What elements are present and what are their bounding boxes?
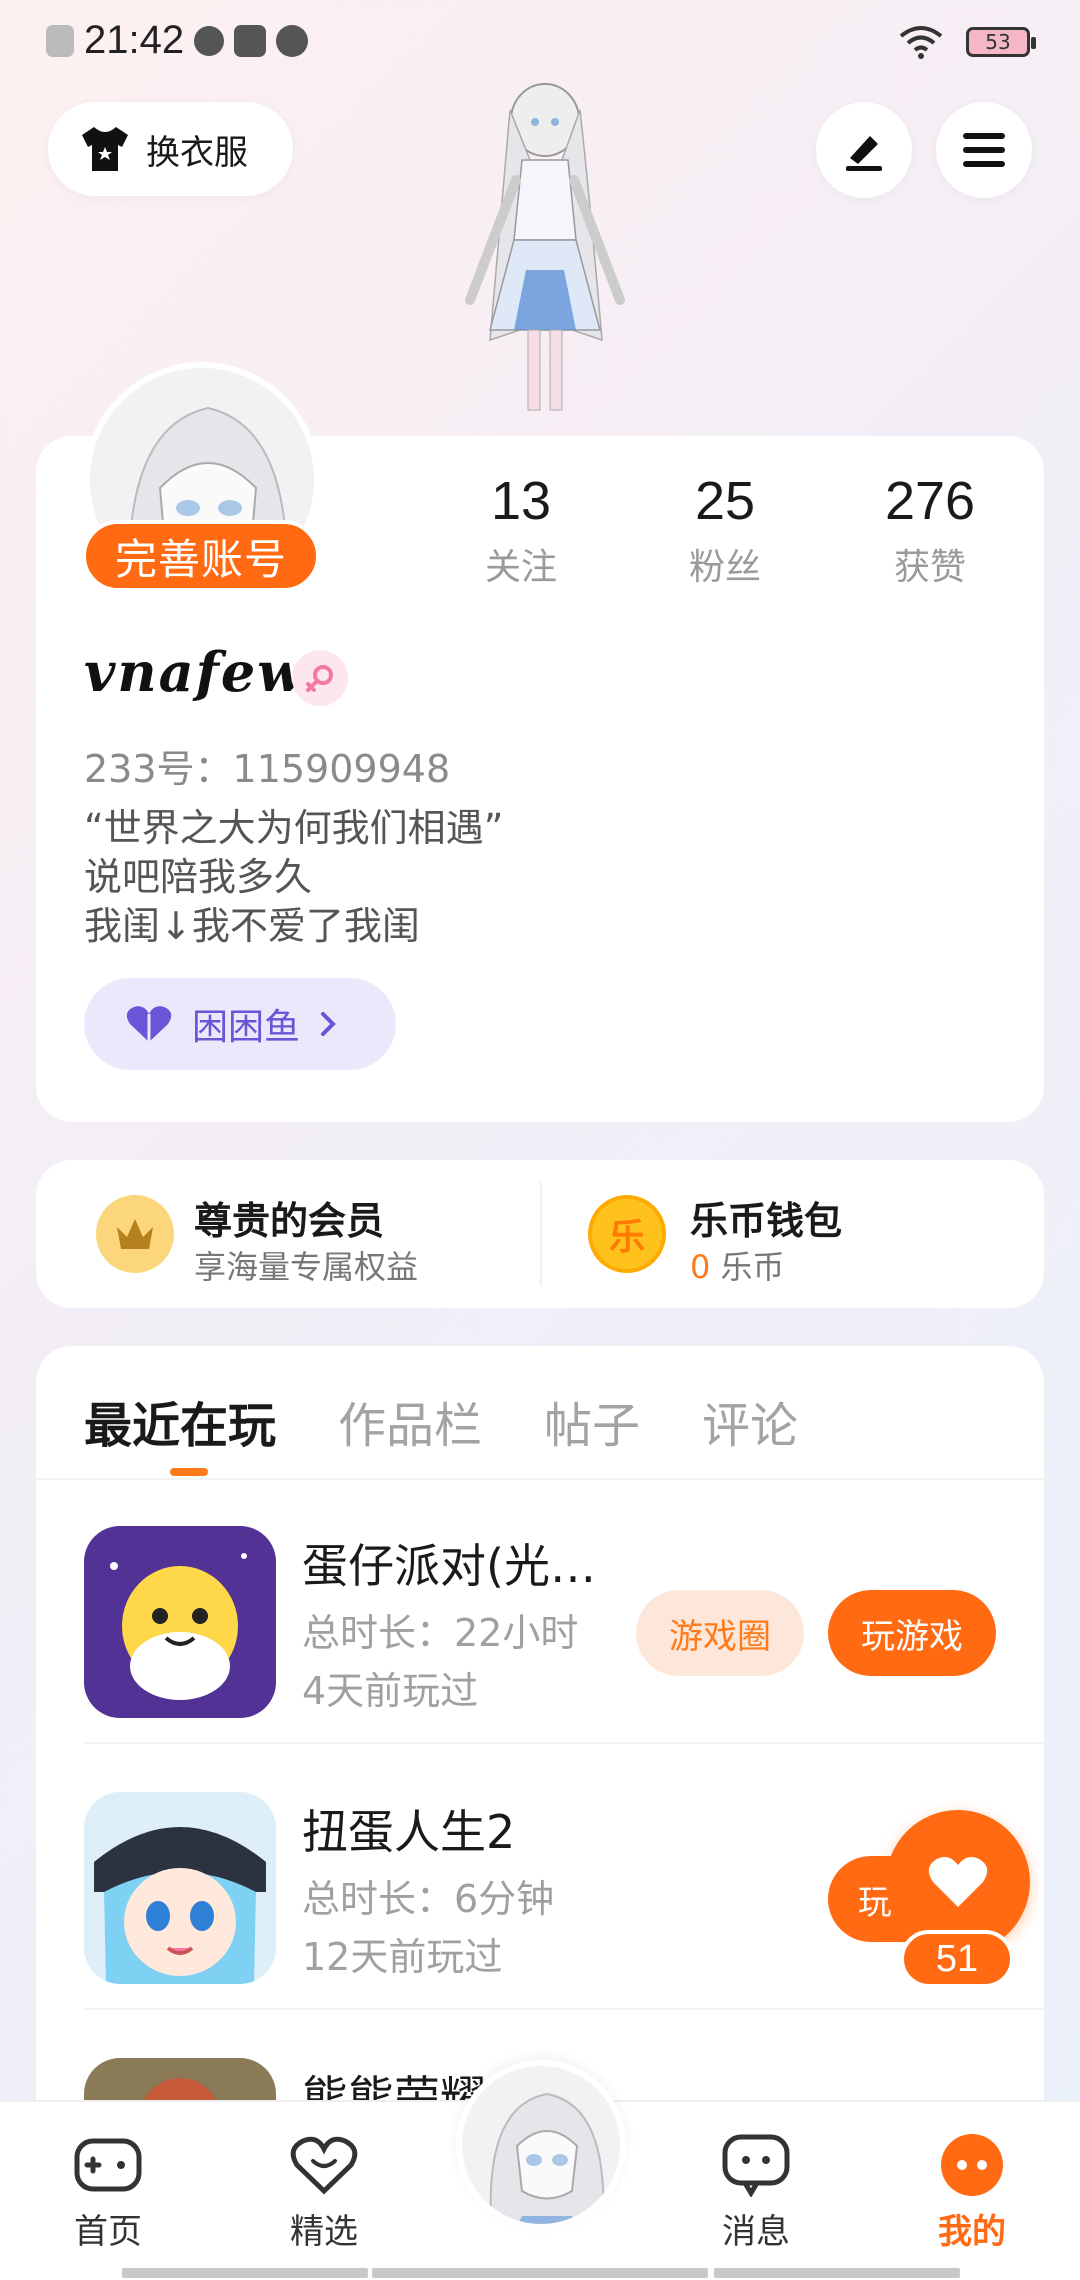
heart-icon bbox=[928, 1857, 988, 1907]
status-right: 53 bbox=[898, 24, 1036, 60]
chevron-right-icon bbox=[321, 1012, 336, 1036]
change-outfit-button[interactable]: 换衣服 bbox=[48, 102, 293, 196]
tshirt-icon bbox=[82, 127, 128, 171]
coin-wallet-title: 乐币钱包 bbox=[690, 1199, 843, 1243]
menu-button[interactable] bbox=[936, 102, 1032, 198]
nav-home[interactable]: 首页 bbox=[28, 2132, 188, 2253]
like-count: 51 bbox=[900, 1930, 1014, 1988]
coin-unit: 乐币 bbox=[720, 1248, 785, 1286]
status-bar: 21:42 53 bbox=[0, 0, 1080, 84]
game-last-played: 4天前玩过 bbox=[302, 1669, 479, 1713]
stat-likes-count: 276 bbox=[884, 471, 976, 531]
complete-account-button[interactable]: 完善账号 bbox=[82, 520, 320, 592]
coin-wallet-entry[interactable]: 乐 乐币钱包 0 乐币 bbox=[542, 1160, 1042, 1308]
nav-messages-label: 消息 bbox=[722, 2212, 790, 2252]
stat-followers-label: 粉丝 bbox=[688, 547, 761, 588]
coin-balance: 0 乐币 bbox=[690, 1242, 785, 1288]
edit-button[interactable] bbox=[816, 102, 912, 198]
game-row[interactable]: 蛋仔派对(光… 总时长：22小时 4天前玩过 游戏圈 玩游戏 bbox=[36, 1480, 1044, 1744]
crown-icon bbox=[96, 1195, 174, 1273]
game-name: 蛋仔派对(光… bbox=[302, 1539, 596, 1593]
relationship-pill[interactable]: 困困鱼 bbox=[84, 978, 396, 1070]
bio-line: “世界之大为何我们相遇” bbox=[84, 806, 504, 850]
divider bbox=[84, 2008, 1044, 2010]
nav-profile[interactable]: 我的 bbox=[892, 2132, 1052, 2253]
coin-glyph: 乐 bbox=[608, 1217, 645, 1258]
battery-icon: 53 bbox=[966, 27, 1036, 57]
coin-amount: 0 bbox=[690, 1248, 711, 1286]
nav-featured-label: 精选 bbox=[290, 2212, 358, 2252]
planet-icon bbox=[276, 24, 309, 57]
game-duration: 总时长：22小时 bbox=[302, 1611, 579, 1655]
pen-icon bbox=[846, 136, 882, 171]
profile-tabs: 最近在玩 作品栏 帖子 评论 bbox=[84, 1386, 798, 1456]
stat-following[interactable]: 13 关注 bbox=[431, 470, 611, 590]
play-game-button[interactable]: 玩游戏 bbox=[828, 1590, 996, 1676]
stat-following-count: 13 bbox=[490, 471, 552, 531]
heart-chat-icon bbox=[289, 2132, 359, 2198]
nav-profile-label: 我的 bbox=[938, 2212, 1006, 2252]
status-time: 21:42 bbox=[84, 18, 185, 62]
game-last-played: 12天前玩过 bbox=[302, 1935, 503, 1979]
female-gender-icon bbox=[292, 650, 348, 706]
game-name: 扭蛋人生2 bbox=[302, 1805, 516, 1859]
notification-icon bbox=[46, 24, 74, 57]
heart-icon bbox=[126, 1006, 172, 1042]
game-duration: 总时长：6分钟 bbox=[302, 1877, 555, 1921]
tab-recently-played[interactable]: 最近在玩 bbox=[84, 1386, 276, 1456]
bio-line: 说吧陪我多久 bbox=[84, 855, 313, 899]
message-icon bbox=[721, 2132, 791, 2198]
coin-icon: 乐 bbox=[588, 1195, 666, 1273]
change-outfit-label: 换衣服 bbox=[146, 132, 248, 173]
username: vnafew bbox=[84, 640, 306, 704]
bio-line: 我闺↓我不爱了我闺 bbox=[84, 904, 420, 948]
wifi-icon bbox=[899, 26, 943, 59]
profile-dots-icon bbox=[937, 2132, 1007, 2198]
tab-works[interactable]: 作品栏 bbox=[338, 1386, 482, 1456]
vip-entry[interactable]: 尊贵的会员 享海量专属权益 bbox=[36, 1160, 536, 1308]
relationship-label: 困困鱼 bbox=[192, 1007, 301, 1048]
gesture-bar bbox=[372, 2268, 708, 2278]
menu-icon bbox=[963, 133, 1005, 167]
stat-likes-label: 获赞 bbox=[893, 547, 966, 588]
vip-subtitle: 享海量专属权益 bbox=[194, 1248, 419, 1286]
avatar-character-image[interactable] bbox=[430, 80, 660, 440]
nav-messages[interactable]: 消息 bbox=[676, 2132, 836, 2253]
stat-followers-count: 25 bbox=[694, 471, 756, 531]
tab-indicator bbox=[170, 1468, 208, 1476]
center-avatar-button[interactable] bbox=[456, 2060, 626, 2230]
gesture-bar bbox=[122, 2268, 368, 2278]
stat-following-label: 关注 bbox=[484, 547, 557, 588]
game-icon-eggy-party bbox=[84, 1526, 276, 1718]
tab-posts[interactable]: 帖子 bbox=[544, 1386, 640, 1456]
game-circle-button[interactable]: 游戏圈 bbox=[636, 1590, 804, 1676]
bio: “世界之大为何我们相遇” 说吧陪我多久 我闺↓我不爱了我闺 bbox=[84, 804, 503, 951]
app-notification-icon bbox=[194, 25, 225, 56]
tab-comments[interactable]: 评论 bbox=[702, 1386, 798, 1456]
gamepad-icon bbox=[73, 2132, 143, 2198]
status-left: 21:42 bbox=[46, 18, 309, 63]
divider bbox=[84, 1742, 1044, 1744]
vip-title: 尊贵的会员 bbox=[194, 1199, 385, 1243]
wallet-card: 尊贵的会员 享海量专属权益 乐 乐币钱包 0 乐币 bbox=[36, 1160, 1044, 1308]
nav-home-label: 首页 bbox=[74, 2212, 142, 2252]
gesture-bar bbox=[714, 2268, 960, 2278]
mail-icon bbox=[234, 24, 267, 57]
nav-featured[interactable]: 精选 bbox=[244, 2132, 404, 2253]
game-icon-gacha-life bbox=[84, 1792, 276, 1984]
user-id: 233号：115909948 bbox=[84, 747, 451, 791]
stat-followers[interactable]: 25 粉丝 bbox=[635, 470, 815, 590]
stat-likes[interactable]: 276 获赞 bbox=[840, 470, 1020, 590]
